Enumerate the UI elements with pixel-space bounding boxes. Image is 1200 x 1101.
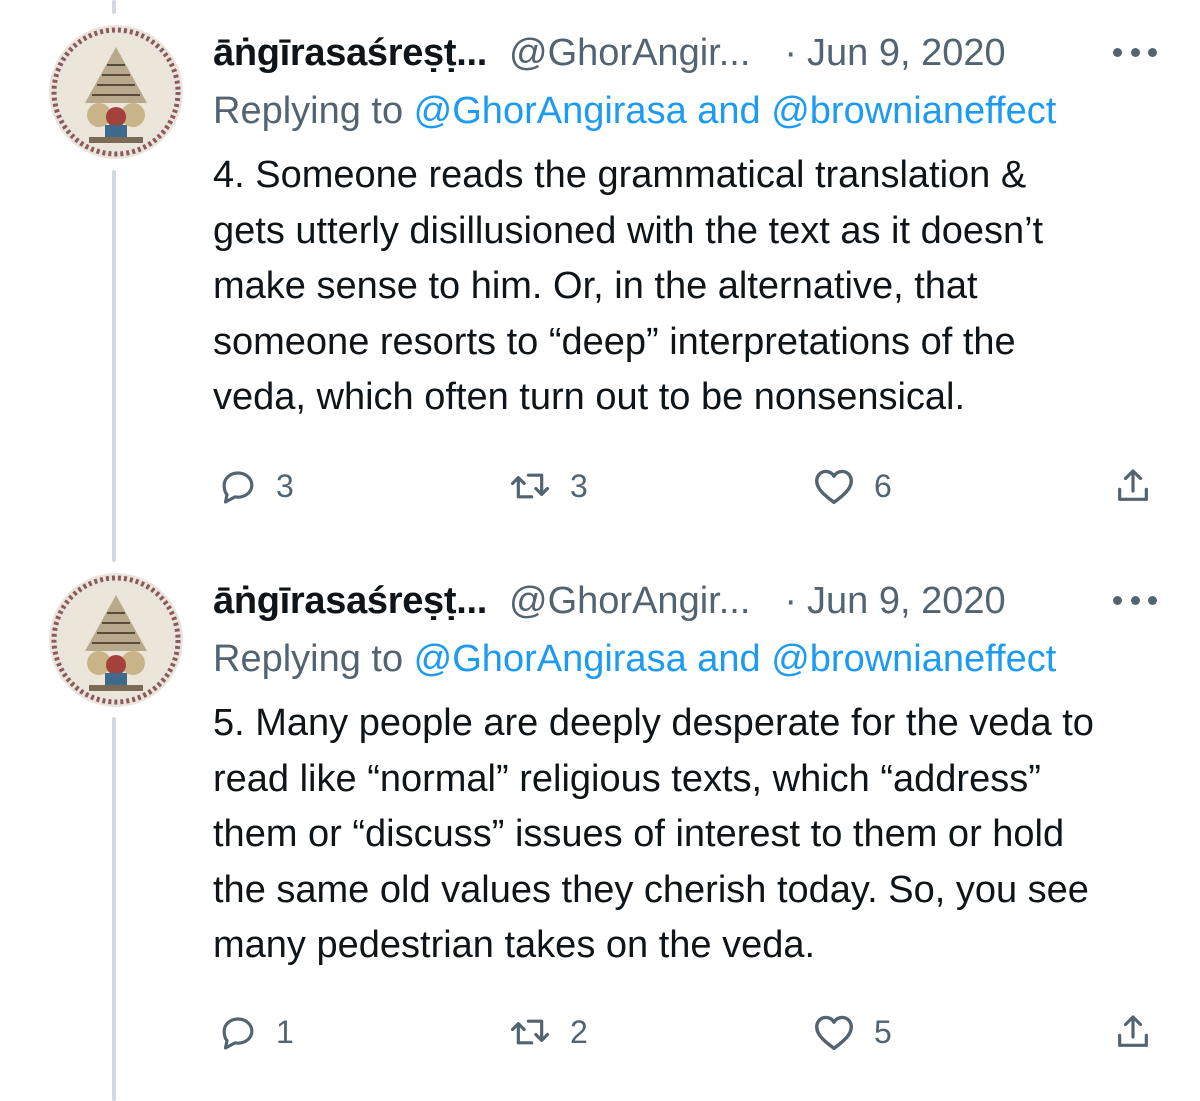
reply-button[interactable]: 1 <box>218 1007 294 1057</box>
display-name[interactable]: āṅgīrasaśreṣṭ... <box>213 580 487 623</box>
reply-icon <box>222 1017 254 1050</box>
more-dot <box>1148 47 1157 57</box>
tweet-header: āṅgīrasaśreṣṭ... @GhorAngir... · Jun 9, … <box>213 576 1006 626</box>
user-handle[interactable]: @GhorAngir... <box>509 32 750 75</box>
like-button[interactable]: 6 <box>812 461 892 511</box>
tweet-text-line: read like “normal” religious texts, whic… <box>213 757 1041 800</box>
tweet-text-line: many pedestrian takes on the veda. <box>213 924 816 966</box>
retweet-button[interactable]: 3 <box>508 461 588 511</box>
reply-count: 1 <box>276 1013 294 1050</box>
replying-to: Replying to @GhorAngirasa and @browniane… <box>213 90 1056 133</box>
share-icon <box>1118 1015 1148 1047</box>
action-bar: 1 2 5 <box>0 1007 1200 1057</box>
retweet-count: 3 <box>570 467 588 504</box>
tweet-text-line: make sense to him. Or, in the alternativ… <box>213 265 978 307</box>
tweet[interactable]: āṅgīrasaśreṣṭ... @GhorAngir... · Jun 9, … <box>0 0 1200 550</box>
separator-dot: · <box>784 31 798 74</box>
tweet-text-line: 4. Someone reads the grammatical transla… <box>213 154 1027 196</box>
more-dot <box>1148 595 1157 605</box>
action-bar: 3 3 6 <box>0 461 1200 511</box>
heart-icon <box>814 1015 853 1051</box>
like-button[interactable]: 5 <box>812 1007 892 1057</box>
more-dot <box>1130 47 1140 57</box>
separator-dot: · <box>784 579 798 622</box>
more-dot <box>1113 47 1122 57</box>
replying-to-label: Replying to <box>213 90 414 132</box>
retweet-icon <box>510 1019 550 1045</box>
tweet-text-line: veda, which often turn out to be nonsens… <box>213 376 966 418</box>
more-dot <box>1130 595 1140 605</box>
display-name[interactable]: āṅgīrasaśreṣṭ... <box>213 32 487 75</box>
replying-to-label: Replying to <box>213 638 414 680</box>
tweet-text-line: gets utterly disillusioned with the text… <box>213 209 1044 252</box>
tweet-date[interactable]: Jun 9, 2020 <box>807 32 1006 75</box>
reply-count: 3 <box>276 467 294 504</box>
like-count: 6 <box>874 467 892 504</box>
share-icon <box>1118 469 1148 501</box>
tweet-date[interactable]: Jun 9, 2020 <box>807 580 1006 623</box>
share-button[interactable] <box>1113 1007 1153 1057</box>
reply-icon <box>222 471 254 504</box>
more-icon[interactable] <box>1113 590 1157 610</box>
tweet-text-line: them or “discuss” issues of interest to … <box>213 813 1065 855</box>
user-handle[interactable]: @GhorAngir... <box>509 580 750 623</box>
replying-to: Replying to @GhorAngirasa and @browniane… <box>213 638 1056 681</box>
tweet-text: 4. Someone reads the grammatical transla… <box>213 148 1173 426</box>
share-button[interactable] <box>1113 461 1153 511</box>
reply-mentions[interactable]: @GhorAngirasa and @brownianeffect <box>414 90 1057 132</box>
retweet-icon <box>510 473 550 499</box>
tweet-text: 5. Many people are deeply desperate for … <box>213 696 1173 974</box>
retweet-button[interactable]: 2 <box>508 1007 588 1057</box>
avatar[interactable] <box>49 573 183 707</box>
more-dot <box>1113 595 1122 605</box>
avatar[interactable] <box>49 25 183 159</box>
tweet-text-line: the same old values they cherish today. … <box>213 868 1089 911</box>
tweet-header: āṅgīrasaśreṣṭ... @GhorAngir... · Jun 9, … <box>213 28 1006 78</box>
reply-mentions[interactable]: @GhorAngirasa and @brownianeffect <box>414 638 1057 680</box>
more-icon[interactable] <box>1113 42 1157 62</box>
tweet-text-line: 5. Many people are deeply desperate for … <box>213 702 1094 744</box>
reply-button[interactable]: 3 <box>218 461 294 511</box>
tweet[interactable]: āṅgīrasaśreṣṭ... @GhorAngir... · Jun 9, … <box>0 548 1200 1101</box>
heart-icon <box>814 469 853 505</box>
tweet-text-line: someone resorts to “deep” interpretation… <box>213 320 1016 363</box>
avatar-image <box>49 25 183 159</box>
retweet-count: 2 <box>570 1013 588 1050</box>
like-count: 5 <box>874 1013 892 1050</box>
avatar-image <box>49 573 183 707</box>
